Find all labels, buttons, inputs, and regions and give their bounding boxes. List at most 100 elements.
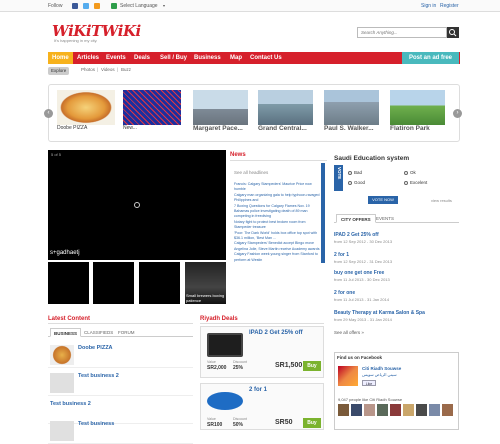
nav-sell-buy[interactable]: Sell / Buy [160, 52, 187, 64]
translate-icon [111, 3, 117, 9]
nav-contact[interactable]: Contact Us [250, 52, 282, 64]
news-item[interactable]: Calgary Fashion week young singer from S… [234, 252, 320, 263]
facebook-icon[interactable] [72, 3, 78, 9]
nav-events[interactable]: Events [106, 52, 126, 64]
nav-articles[interactable]: Articles [77, 52, 99, 64]
carousel-label[interactable]: Flatiron Park [390, 125, 430, 132]
loading-spinner-icon [134, 202, 140, 208]
poll-option-ok[interactable]: Ok [404, 170, 416, 175]
fan-avatar[interactable] [442, 404, 453, 416]
news-item[interactable]: Calgary man organizing gala to help typh… [234, 193, 320, 204]
carousel-label[interactable]: Paul S. Walker... [324, 125, 374, 132]
video-thumb[interactable] [139, 262, 180, 304]
carousel-label[interactable]: New... [123, 125, 137, 131]
carousel-label[interactable]: Doobe PIZZA [57, 125, 87, 131]
twitter-icon[interactable] [83, 3, 89, 9]
carousel-thumb-flatiron[interactable] [390, 90, 445, 125]
tab-business[interactable]: BUSINESS [50, 328, 82, 337]
divider [48, 323, 193, 324]
fan-avatar[interactable] [364, 404, 375, 416]
carousel-thumb-margaret[interactable] [193, 90, 248, 125]
subnav-photos[interactable]: Photos [81, 67, 95, 72]
news-item[interactable]: Francis: Calgary Stampeders' Maurice Pri… [234, 182, 320, 193]
facebook-like-button[interactable]: Like [362, 380, 376, 386]
nav-home[interactable]: Home [48, 52, 73, 64]
all-headlines-link[interactable]: See all headlines [234, 170, 268, 175]
facebook-page-avatar[interactable] [338, 366, 358, 386]
tab-forum[interactable]: FORUM [118, 328, 135, 337]
fan-avatar[interactable] [377, 404, 388, 416]
poll-option-bad[interactable]: Bad [348, 170, 362, 175]
offers-tabs: CITY OFFERS EVENTS [334, 214, 459, 223]
search-button[interactable] [447, 27, 459, 38]
fan-avatar[interactable] [403, 404, 414, 416]
poll-option-good[interactable]: Good [348, 180, 365, 185]
offer-item[interactable]: 2 for one from 11 Jul 2013 - 31 Jan 2014 [334, 290, 459, 302]
view-results-link[interactable]: view results [431, 198, 452, 203]
subnav-buzz[interactable]: Buzz [121, 67, 131, 72]
carousel-thumb-new[interactable] [123, 90, 181, 125]
search-icon [449, 29, 457, 37]
nav-business[interactable]: Business [194, 52, 221, 64]
news-item[interactable]: Bahamas police investigating death of 89… [234, 209, 320, 220]
news-item[interactable]: 'Poor: The Dark World' holds box office … [234, 231, 320, 242]
signin-link[interactable]: Sign in [421, 3, 436, 9]
top-bar: Follow Select Language ▾ Sign in Registe… [0, 0, 500, 12]
search-input[interactable] [357, 27, 447, 38]
carousel-thumb-grand-central[interactable] [258, 90, 313, 125]
facebook-page-name[interactable]: Citi Riadh Souwse [362, 366, 401, 371]
offer-item[interactable]: buy one get one Free from 11 Jul 2013 - 3… [334, 270, 459, 282]
post-ad-button[interactable]: Post an ad free [402, 52, 459, 64]
item-title: Test business 2 [50, 401, 91, 407]
fan-avatar[interactable] [390, 404, 401, 416]
fan-avatar[interactable] [416, 404, 427, 416]
deal-price: SR1,500 [275, 362, 303, 369]
deal-value-label: Value [207, 360, 216, 364]
video-thumb[interactable] [48, 262, 89, 304]
news-item[interactable]: Notary fight to protect best broken room… [234, 220, 320, 231]
deal-title: 2 for 1 [249, 387, 268, 393]
carousel-thumb-paul-walker[interactable] [324, 90, 379, 125]
list-item[interactable]: Test business [48, 418, 193, 444]
carousel-label[interactable]: Margaret Pace... [193, 125, 243, 132]
item-thumbnail [50, 373, 74, 393]
nav-map[interactable]: Map [230, 52, 242, 64]
nav-deals[interactable]: Deals [134, 52, 150, 64]
buy-button[interactable]: Buy [303, 418, 321, 428]
buy-button[interactable]: Buy [303, 361, 321, 371]
offer-item[interactable]: IPAD 2 Get 25% off from 12 Sep 2012 - 30 … [334, 232, 459, 244]
carousel-thumb-pizza[interactable] [57, 90, 115, 125]
news-scrollbar[interactable] [321, 163, 325, 263]
offer-title: 2 for one [334, 290, 356, 296]
deal-card[interactable]: IPAD 2 Get 25% off Value SR2,000 Discoun… [200, 326, 324, 378]
list-item[interactable]: Doobe PIZZA [48, 342, 193, 368]
register-link[interactable]: Register [440, 3, 459, 9]
poll-option-label: Ok [410, 170, 416, 175]
offer-item[interactable]: Beauty Therapy at Karma Salon & Spa from … [334, 310, 459, 322]
carousel-prev-button[interactable]: ‹ [44, 109, 53, 118]
deal-card[interactable]: 2 for 1 Value SR100 Discount 50% SR50 Bu… [200, 383, 324, 430]
fan-avatar[interactable] [338, 404, 349, 416]
carousel-label[interactable]: Grand Central... [258, 125, 307, 132]
facebook-heading: Find us on Facebook [337, 355, 383, 360]
rss-icon[interactable] [94, 3, 100, 9]
vote-now-button[interactable]: VOTE NOW [368, 196, 398, 204]
tab-classifieds[interactable]: CLASSIFIEDS [84, 328, 113, 337]
fan-avatar[interactable] [429, 404, 440, 416]
video-thumb[interactable] [93, 262, 134, 304]
offer-dates: from 12 Sep 2012 - 31 Dec 2013 [334, 259, 393, 264]
see-all-offers-link[interactable]: See all offers » [334, 330, 364, 335]
deal-value: SR2,000 [207, 365, 227, 371]
item-thumbnail [50, 421, 74, 441]
poll-option-excelent[interactable]: Excelent [404, 180, 427, 185]
subnav-videos[interactable]: Videos [101, 67, 115, 72]
carousel-next-button[interactable]: › [453, 109, 462, 118]
subnav-explore[interactable]: Explore [48, 67, 70, 75]
chevron-down-icon[interactable]: ▾ [163, 3, 165, 8]
tab-events[interactable]: EVENTS [376, 214, 394, 223]
language-select[interactable]: Select Language [120, 3, 158, 9]
tab-city-offers[interactable]: CITY OFFERS [336, 214, 376, 223]
offer-item[interactable]: 2 for 1 from 12 Sep 2012 - 31 Dec 2013 [334, 252, 459, 264]
fan-avatar[interactable] [351, 404, 362, 416]
list-item[interactable]: Test business 2 [48, 370, 193, 396]
